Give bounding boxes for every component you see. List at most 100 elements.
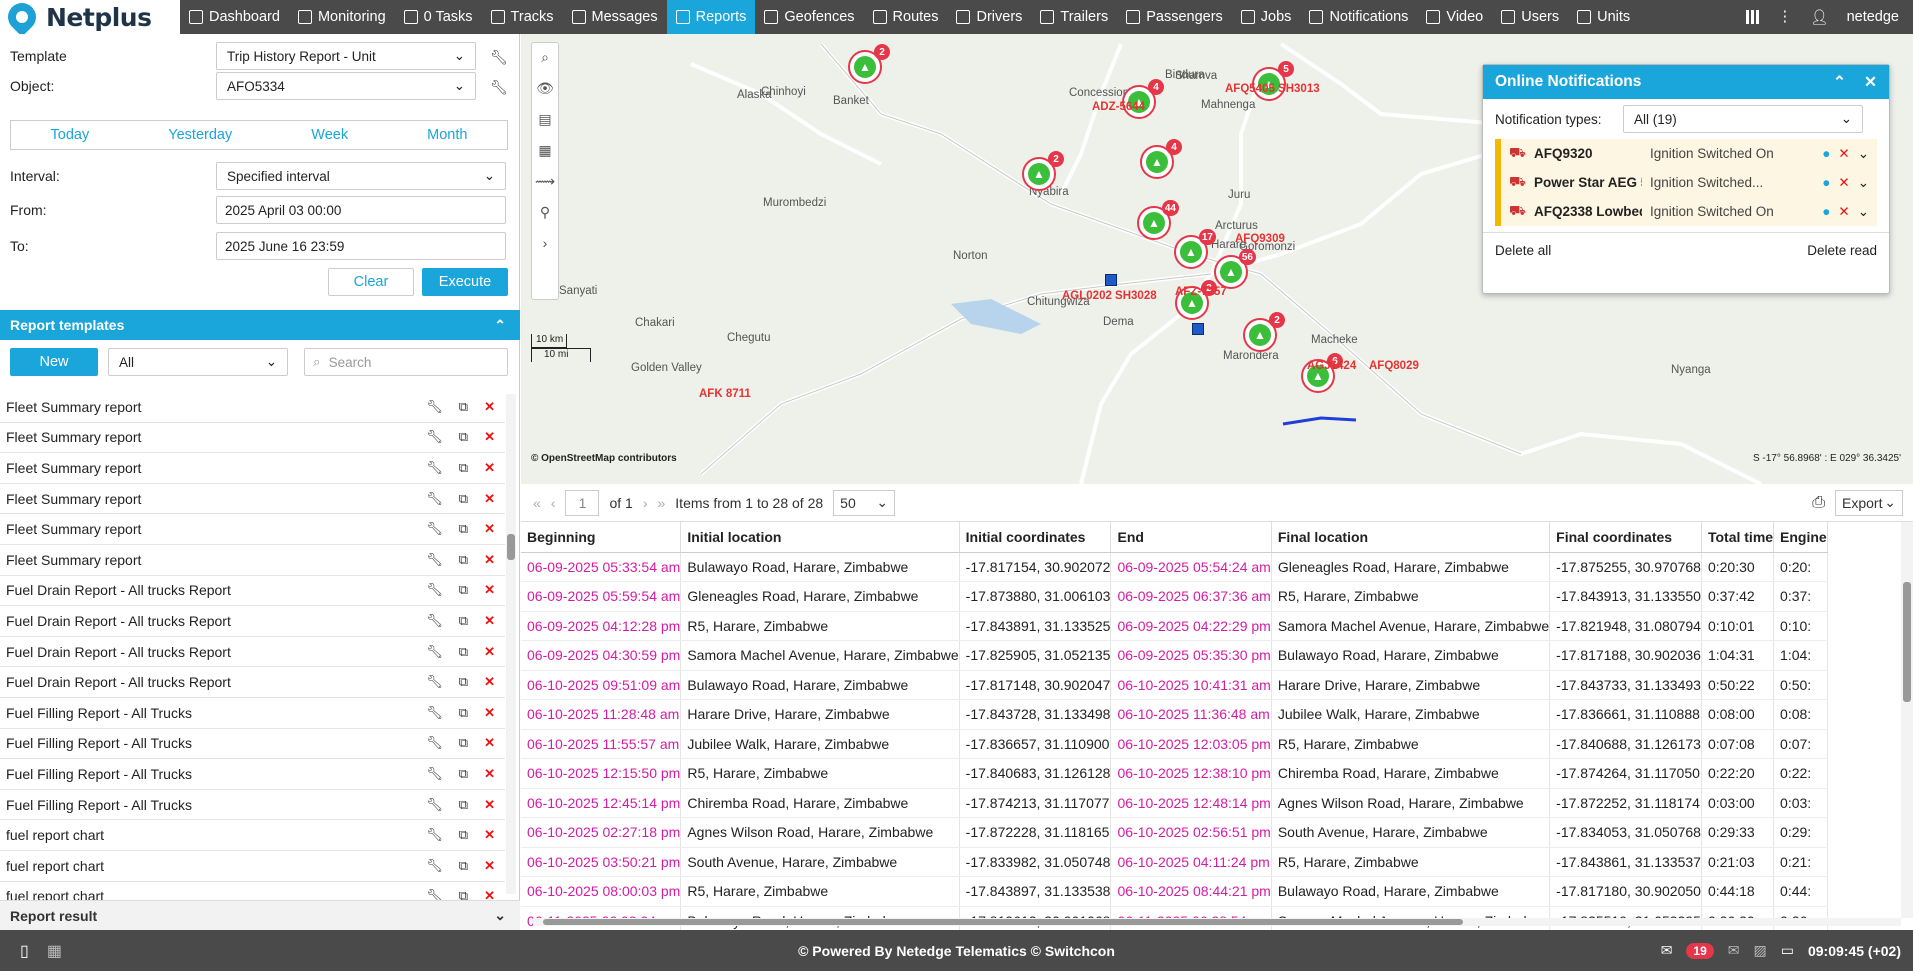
period-month[interactable]: Month [427,127,467,143]
table-row[interactable]: 06-09-2025 05:33:54 am Bulawayo Road, Har… [521,552,1828,582]
template-select[interactable]: Trip History Report - Unit ⌄ [216,42,476,70]
unit-cluster-marker[interactable]: ▲ 56 [1214,249,1256,289]
grid-view-icon[interactable]: ▦ [47,941,62,961]
template-list-item[interactable]: Fleet Summary report 🔧︎ ⧉ ✕ [0,514,505,545]
template-name[interactable]: Fuel Filling Report - All Trucks [6,705,192,721]
notification-item[interactable]: ⛟ Power Star AEG 5999 Ignition Switched...… [1495,168,1877,197]
nav-geofences[interactable]: Geofences [755,0,863,34]
table-row[interactable]: 06-10-2025 12:45:14 pm Chiremba Road, Har… [521,788,1828,818]
scrollbar-thumb[interactable] [507,534,515,560]
template-name[interactable]: Fuel Drain Report - All trucks Report [6,674,231,690]
unit-label[interactable]: AGL0202 SH3028 [1062,290,1157,302]
messages-icon[interactable]: ✉︎ [1661,942,1673,959]
report-result-header[interactable]: Report result ⌄ [0,900,520,930]
template-list-item[interactable]: Fuel Filling Report - All Trucks 🔧︎ ⧉ ✕ [0,698,505,729]
delete-icon[interactable]: ✕ [484,521,495,537]
template-list-item[interactable]: Fleet Summary report 🔧︎ ⧉ ✕ [0,453,505,484]
delete-icon[interactable]: ✕ [484,735,495,751]
template-name[interactable]: Fuel Drain Report - All trucks Report [6,613,231,629]
template-name[interactable]: Fuel Drain Report - All trucks Report [6,644,231,660]
unit-cluster-marker[interactable]: ▲ 17 [1174,229,1216,269]
wrench-icon[interactable]: 🔧︎ [426,674,443,690]
unit-label[interactable]: AFZ-7257 [1175,286,1227,298]
delete-icon[interactable]: ✕ [1838,146,1849,162]
unit-square-marker[interactable] [1105,274,1117,286]
export-button[interactable]: Export ⌄ [1835,489,1903,516]
unit-cluster-marker[interactable]: ▲ 2 [1243,312,1285,352]
nav-reports[interactable]: Reports [666,0,756,34]
delete-icon[interactable]: ✕ [484,460,495,476]
template-list-item[interactable]: fuel report chart 🔧︎ ⧉ ✕ [0,851,505,882]
nav-video[interactable]: Video [1417,0,1492,34]
delete-icon[interactable]: ✕ [484,705,495,721]
last-page-icon[interactable]: » [658,495,666,511]
chevron-down-icon[interactable]: ⌄ [1858,146,1869,162]
wrench-icon[interactable]: 🔧︎ [426,582,443,598]
template-list-item[interactable]: Fleet Summary report 🔧︎ ⧉ ✕ [0,392,505,423]
copy-icon[interactable]: ⧉ [459,521,468,537]
template-list-item[interactable]: Fleet Summary report 🔧︎ ⧉ ✕ [0,545,505,576]
delete-icon[interactable]: ✕ [484,827,495,843]
nav-dashboard[interactable]: Dashboard [180,0,289,34]
unread-dot-icon[interactable]: ● [1822,204,1830,219]
copy-icon[interactable]: ⧉ [459,858,468,874]
delete-icon[interactable]: ✕ [484,613,495,629]
collapse-icon[interactable]: ⌃ [1833,73,1846,92]
template-filter-select[interactable]: All ⌄ [108,348,288,376]
ruler-icon[interactable]: ⚲ [540,204,550,221]
wrench-icon[interactable]: 🔧︎ [426,460,443,476]
unit-label[interactable]: ADZ-5644 [1092,101,1145,113]
template-list-item[interactable]: Fuel Filling Report - All Trucks 🔧︎ ⧉ ✕ [0,729,505,760]
period-yesterday[interactable]: Yesterday [168,127,232,143]
scrollbar-thumb[interactable] [543,919,1463,925]
template-name[interactable]: Fuel Filling Report - All Trucks [6,735,192,751]
scrollbar-thumb[interactable] [1903,582,1911,702]
image-icon[interactable]: ▨ [1754,942,1767,959]
wrench-icon[interactable]: 🔧︎ [426,827,443,843]
table-row[interactable]: 06-10-2025 11:55:57 am Jubilee Walk, Hara… [521,729,1828,759]
table-row[interactable]: 06-10-2025 02:27:18 pm Agnes Wilson Road,… [521,817,1828,848]
template-name[interactable]: Fleet Summary report [6,399,141,415]
column-header[interactable]: Engine [1773,522,1828,553]
template-name[interactable]: Fleet Summary report [6,552,141,568]
wrench-icon[interactable]: 🔧︎ [426,399,443,415]
copy-icon[interactable]: ⧉ [459,399,468,415]
wrench-icon[interactable]: 🔧︎ [426,491,443,507]
delete-icon[interactable]: ✕ [484,552,495,568]
copy-icon[interactable]: ⧉ [459,766,468,782]
object-select[interactable]: AFO5334 ⌄ [216,72,476,100]
chevron-up-icon[interactable]: ⌃ [494,317,506,334]
from-input[interactable]: 2025 April 03 00:00 [216,196,506,224]
column-header[interactable]: Final coordinates [1549,522,1702,553]
template-name[interactable]: Fleet Summary report [6,491,141,507]
wrench-icon[interactable]: 🔧︎ [490,49,508,65]
template-search-input[interactable]: ⌕ Search [304,348,508,376]
wrench-icon[interactable]: 🔧︎ [426,797,443,813]
brand-logo[interactable]: Netplus [0,0,180,37]
unit-cluster-marker[interactable]: ▲ 44 [1137,200,1179,240]
unit-label[interactable]: AFQ8029 [1369,360,1419,372]
unit-cluster-marker[interactable]: ▲ 2 [848,44,890,84]
report-templates-header[interactable]: Report templates ⌃ [0,310,520,340]
unit-label[interactable]: AGJ1424 [1307,360,1356,372]
column-header[interactable]: Final location [1271,522,1551,553]
wrench-icon[interactable]: 🔧︎ [426,644,443,660]
copy-icon[interactable]: ⧉ [459,735,468,751]
template-name[interactable]: Fleet Summary report [6,521,141,537]
user-icon[interactable]: 👤︎ [1810,9,1828,26]
execute-button[interactable]: Execute [422,268,508,296]
clear-button[interactable]: Clear [328,268,414,296]
period-today[interactable]: Today [51,127,90,143]
copy-icon[interactable]: ⧉ [459,797,468,813]
wrench-icon[interactable]: 🔧︎ [426,858,443,874]
notification-item[interactable]: ⛟ AFQ2338 Lowbed Ignition Switched On ● ✕ ⌄ [1495,197,1877,226]
delete-icon[interactable]: ✕ [1838,204,1849,220]
print-icon[interactable]: ⎙ [1812,494,1825,512]
delete-icon[interactable]: ✕ [484,674,495,690]
wrench-icon[interactable]: 🔧︎ [426,613,443,629]
nav-tasks[interactable]: 0 Tasks [395,0,482,34]
template-name[interactable]: Fleet Summary report [6,429,141,445]
table-horizontal-scrollbar[interactable] [533,918,1901,926]
table-row[interactable]: 06-10-2025 08:00:03 pm R5, Harare, Zimbab… [521,876,1828,907]
chevron-right-icon[interactable]: › [543,235,548,251]
